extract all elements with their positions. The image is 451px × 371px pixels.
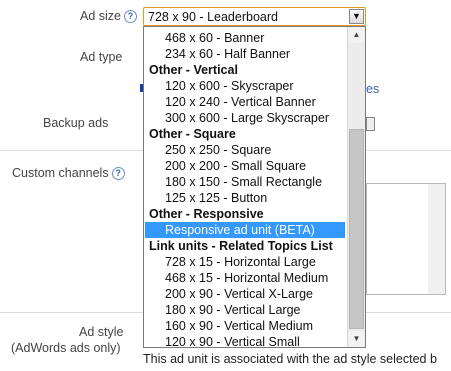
textarea-scrollbar[interactable]	[428, 184, 445, 294]
dropdown-option[interactable]: 468 x 60 - Banner	[145, 30, 345, 46]
dropdown-option[interactable]: 468 x 15 - Horizontal Medium	[145, 270, 345, 286]
backup-ads-select-partial[interactable]	[366, 117, 375, 131]
dropdown-option[interactable]: 300 x 600 - Large Skyscraper	[145, 110, 345, 126]
dropdown-option[interactable]: 728 x 15 - Horizontal Large	[145, 254, 345, 270]
scrollbar-thumb[interactable]	[349, 129, 364, 329]
ad-style-sublabel: (AdWords ads only)	[11, 341, 121, 355]
dropdown-scrollbar[interactable]: ▲ ▼	[347, 27, 365, 347]
ad-type-link-fragment[interactable]: es	[366, 82, 379, 96]
custom-channels-textarea[interactable]	[366, 183, 446, 295]
dropdown-option[interactable]: Responsive ad unit (BETA)	[145, 222, 345, 238]
dropdown-option[interactable]: 160 x 90 - Vertical Medium	[145, 318, 345, 334]
dropdown-option[interactable]: 180 x 150 - Small Rectangle	[145, 174, 345, 190]
ad-size-dropdown-list[interactable]: 468 x 60 - Banner 234 x 60 - Half Banner O…	[143, 26, 366, 348]
dropdown-option[interactable]: 200 x 90 - Vertical X-Large	[145, 286, 345, 302]
chevron-down-icon[interactable]: ▼	[349, 9, 364, 24]
help-icon[interactable]: ?	[111, 167, 125, 180]
custom-channels-label: Custom channels?	[12, 166, 125, 180]
dropdown-option[interactable]: 250 x 250 - Square	[145, 142, 345, 158]
dropdown-option[interactable]: 120 x 240 - Vertical Banner	[145, 94, 345, 110]
ad-type-label: Ad type	[80, 50, 123, 64]
option-group-header: Other - Responsive	[149, 207, 264, 221]
ad-style-label: Ad style	[79, 325, 124, 339]
scroll-up-icon[interactable]: ▲	[349, 27, 364, 43]
option-group-header: Link units - Related Topics List	[149, 239, 333, 253]
dropdown-option[interactable]: 120 x 90 - Vertical Small	[145, 334, 345, 347]
dropdown-option[interactable]: 200 x 200 - Small Square	[145, 158, 345, 174]
dropdown-option[interactable]: 180 x 90 - Vertical Large	[145, 302, 345, 318]
help-icon[interactable]: ?	[124, 10, 137, 23]
ad-size-label: Ad size?	[80, 9, 137, 23]
dropdown-option[interactable]: 120 x 600 - Skyscraper	[145, 78, 345, 94]
backup-ads-label: Backup ads	[43, 116, 109, 130]
ad-size-selected-value: 728 x 90 - Leaderboard	[148, 10, 278, 24]
option-group-header: Other - Vertical	[149, 63, 238, 77]
ad-style-footnote: This ad unit is associated with the ad s…	[143, 352, 437, 366]
option-group-header: Other - Square	[149, 127, 236, 141]
dropdown-option[interactable]: 125 x 125 - Button	[145, 190, 345, 206]
ad-size-select[interactable]: 728 x 90 - Leaderboard ▼	[143, 7, 366, 26]
scroll-down-icon[interactable]: ▼	[349, 331, 364, 347]
dropdown-option[interactable]: 234 x 60 - Half Banner	[145, 46, 345, 62]
